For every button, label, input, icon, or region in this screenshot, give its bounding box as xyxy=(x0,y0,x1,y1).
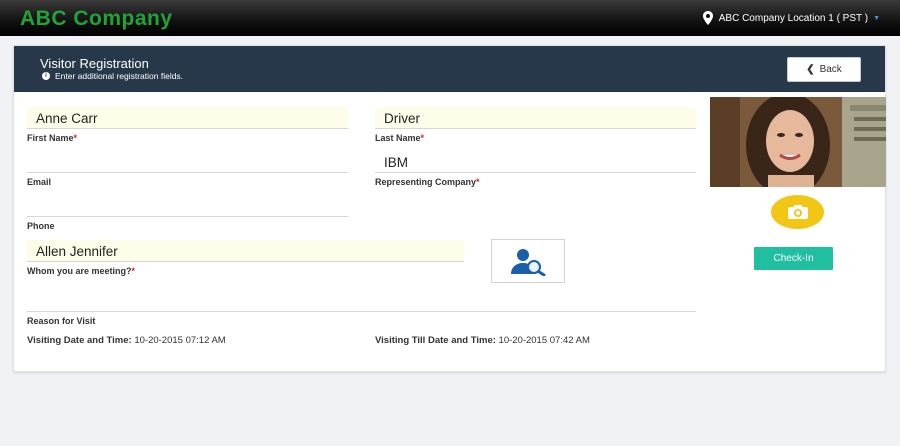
info-icon: i xyxy=(42,72,50,80)
phone-input[interactable] xyxy=(27,195,348,217)
back-button[interactable]: ❮ Back xyxy=(787,57,861,82)
visit-till-value: 10-20-2015 07:42 AM xyxy=(498,335,590,346)
brand-logo[interactable]: ABC Company xyxy=(20,7,173,31)
company-label: Representing Company* xyxy=(375,177,480,187)
visit-from-value: 10-20-2015 07:12 AM xyxy=(134,335,226,346)
first-name-label: First Name* xyxy=(27,133,78,143)
take-photo-button[interactable] xyxy=(771,195,824,229)
phone-label: Phone xyxy=(27,221,55,231)
panel-subtitle: i Enter additional registration fields. xyxy=(42,71,183,81)
subtitle-text: Enter additional registration fields. xyxy=(55,71,184,81)
top-navbar: ABC Company ABC Company Location 1 ( PST… xyxy=(0,0,900,36)
first-name-input[interactable]: Anne Carr xyxy=(27,107,348,129)
email-field: Email xyxy=(27,151,348,187)
camera-icon xyxy=(787,205,808,219)
last-name-field: Driver Last Name* xyxy=(375,107,696,143)
reason-label: Reason for Visit xyxy=(27,316,96,326)
check-in-button[interactable]: Check-In xyxy=(754,247,833,270)
back-button-label: Back xyxy=(819,64,842,75)
location-name: ABC Company Location 1 ( PST ) xyxy=(718,12,869,24)
search-host-button[interactable] xyxy=(491,239,565,283)
company-input[interactable]: IBM xyxy=(375,151,696,173)
first-name-field: Anne Carr First Name* xyxy=(27,107,348,143)
visit-till: Visiting Till Date and Time: 10-20-2015 … xyxy=(375,335,590,346)
visit-till-label: Visiting Till Date and Time: xyxy=(375,335,496,346)
phone-field: Phone xyxy=(27,195,348,231)
location-selector[interactable]: ABC Company Location 1 ( PST ) ▼ xyxy=(702,11,880,25)
reason-field: Reason for Visit xyxy=(27,290,696,326)
location-pin-icon xyxy=(702,11,713,25)
reason-input[interactable] xyxy=(27,290,696,312)
page-title: Visitor Registration xyxy=(40,56,149,71)
visitor-photo xyxy=(710,97,886,187)
visit-from: Visiting Date and Time: 10-20-2015 07:12… xyxy=(27,335,226,346)
user-search-icon xyxy=(511,249,546,276)
email-label: Email xyxy=(27,177,52,187)
meeting-label: Whom you are meeting?* xyxy=(27,266,136,276)
chevron-down-icon: ▼ xyxy=(873,14,880,22)
panel-header: Visitor Registration i Enter additional … xyxy=(14,46,885,92)
chevron-left-icon: ❮ xyxy=(806,64,815,75)
meeting-field: Allen Jennifer Whom you are meeting?* xyxy=(27,240,464,276)
company-field: IBM Representing Company* xyxy=(375,151,696,187)
email-input[interactable] xyxy=(27,151,348,173)
visit-from-label: Visiting Date and Time: xyxy=(27,335,132,346)
last-name-label: Last Name* xyxy=(375,133,425,143)
last-name-input[interactable]: Driver xyxy=(375,107,696,129)
meeting-input[interactable]: Allen Jennifer xyxy=(27,240,464,262)
